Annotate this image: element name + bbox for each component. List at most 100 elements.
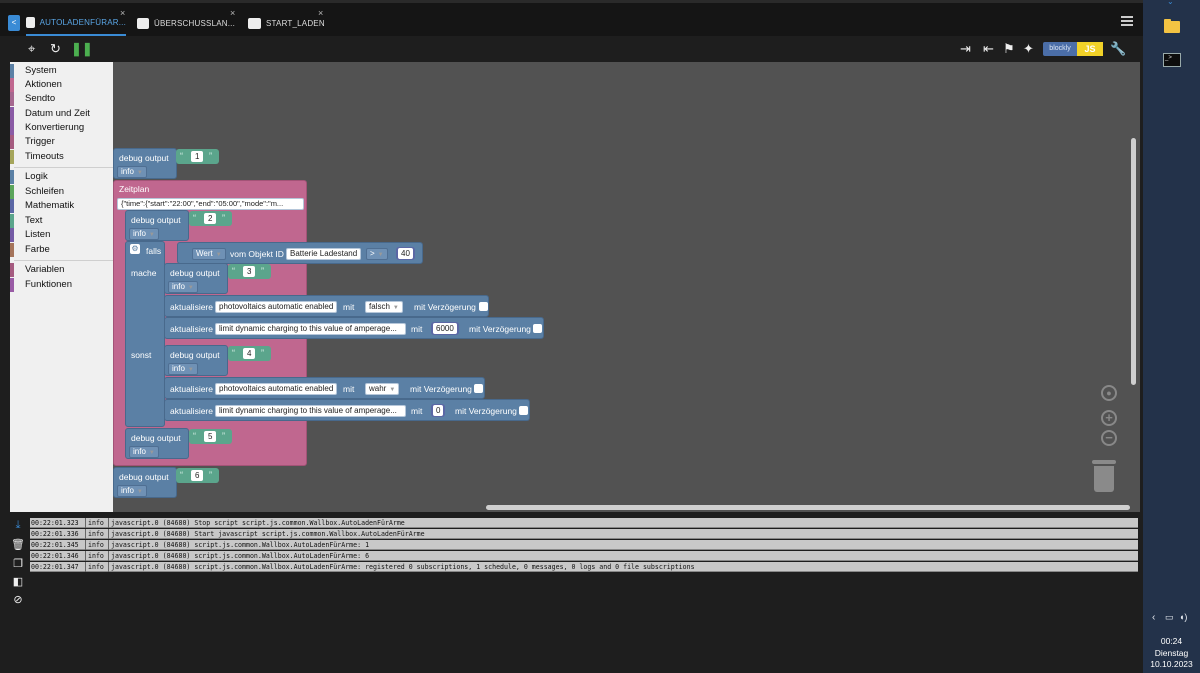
wrench-icon[interactable]: 🔧 bbox=[1110, 42, 1126, 56]
collapse-sidebar-button[interactable]: < bbox=[8, 15, 20, 31]
speaker-icon[interactable]: ◖) bbox=[1179, 612, 1187, 622]
log-level-dropdown[interactable]: info ▼ bbox=[129, 446, 159, 458]
object-id-field[interactable]: limit dynamic charging to this value of … bbox=[215, 405, 406, 417]
restart-icon[interactable]: ↻ bbox=[50, 42, 61, 56]
delay-checkbox[interactable] bbox=[474, 384, 483, 393]
number-block[interactable]: 40 bbox=[396, 247, 415, 260]
boolean-dropdown[interactable]: falsch ▼ bbox=[365, 301, 403, 313]
text-value[interactable]: 1 bbox=[191, 151, 204, 162]
category-aktionen[interactable]: Aktionen bbox=[10, 78, 113, 92]
tab-start-laden[interactable]: START_LADEN × bbox=[248, 8, 328, 36]
close-tab-icon[interactable]: × bbox=[230, 8, 235, 18]
tab-autoladenfurarme[interactable]: AUTOLADENFÜRAR... × bbox=[26, 8, 126, 36]
copy-icon[interactable]: ❐ bbox=[11, 557, 25, 571]
number-value[interactable]: 0 bbox=[433, 405, 444, 416]
log-level-dropdown[interactable]: info ▼ bbox=[168, 281, 198, 293]
blockly-js-toggle[interactable]: blockly JS bbox=[1043, 42, 1103, 56]
category-variablen[interactable]: Variablen bbox=[10, 263, 113, 277]
import-icon[interactable]: ⇤ bbox=[983, 42, 994, 56]
number-block[interactable]: 6000 bbox=[431, 322, 459, 335]
text-block-5[interactable]: “5” bbox=[189, 429, 232, 444]
chevron-down-icon[interactable]: ⌄ bbox=[1167, 0, 1174, 6]
text-block-3[interactable]: “3” bbox=[228, 264, 271, 279]
log-level-dropdown[interactable]: info ▼ bbox=[117, 166, 147, 178]
horizontal-scrollbar[interactable] bbox=[486, 505, 1130, 510]
category-trigger[interactable]: Trigger bbox=[10, 135, 113, 149]
object-id-field[interactable]: photovoltaics automatic enabled bbox=[215, 301, 338, 313]
category-farbe[interactable]: Farbe bbox=[10, 243, 113, 257]
update-pv-automatic-block-1[interactable]: aktualisiere photovoltaics automatic ena… bbox=[164, 295, 489, 317]
text-value[interactable]: 3 bbox=[243, 266, 256, 277]
text-value[interactable]: 5 bbox=[204, 431, 217, 442]
text-block-4[interactable]: “4” bbox=[228, 346, 271, 361]
pause-icon[interactable]: ❚❚ bbox=[71, 42, 93, 56]
category-system[interactable]: System bbox=[10, 64, 113, 78]
category-sendto[interactable]: Sendto bbox=[10, 92, 113, 106]
log-level-dropdown[interactable]: info ▼ bbox=[117, 485, 147, 497]
update-amperage-block-2[interactable]: aktualisiere limit dynamic charging to t… bbox=[164, 399, 530, 421]
debug-output-block-6[interactable]: debug output info ▼ bbox=[113, 467, 177, 498]
terminal-icon[interactable]: _> bbox=[1163, 53, 1181, 67]
clear-log-icon[interactable]: 🗑 bbox=[11, 538, 25, 552]
category-datum-und-zeit[interactable]: Datum und Zeit bbox=[10, 107, 113, 121]
zoom-in-icon[interactable]: + bbox=[1101, 410, 1117, 426]
debug-output-block-5[interactable]: debug output info ▼ bbox=[125, 428, 189, 459]
category-timeouts[interactable]: Timeouts bbox=[10, 150, 113, 164]
wert-dropdown[interactable]: Wert ▼ bbox=[192, 248, 226, 260]
export-icon[interactable]: ⇥ bbox=[960, 42, 971, 56]
debug-output-block-3[interactable]: debug output info ▼ bbox=[164, 263, 228, 294]
log-level-dropdown[interactable]: info ▼ bbox=[129, 228, 159, 240]
text-value[interactable]: 2 bbox=[204, 213, 217, 224]
sparkle-icon[interactable]: ✦ bbox=[1023, 42, 1034, 56]
object-id-field[interactable]: Batterie Ladestand bbox=[286, 248, 362, 260]
category-schleifen[interactable]: Schleifen bbox=[10, 185, 113, 199]
file-explorer-icon[interactable] bbox=[1164, 19, 1180, 33]
category-funktionen[interactable]: Funktionen bbox=[10, 278, 113, 292]
vertical-scrollbar[interactable] bbox=[1131, 138, 1136, 385]
network-icon[interactable]: ▭ bbox=[1165, 612, 1174, 623]
text-value[interactable]: 4 bbox=[243, 348, 256, 359]
text-block-2[interactable]: “2” bbox=[189, 211, 232, 226]
category-text[interactable]: Text bbox=[10, 214, 113, 228]
gear-icon[interactable]: ⚙ bbox=[130, 244, 140, 254]
trash-icon[interactable] bbox=[1092, 460, 1116, 492]
if-else-block[interactable]: ⚙ falls mache sonst bbox=[125, 241, 165, 427]
text-block-6[interactable]: “6” bbox=[176, 468, 219, 483]
zeitplan-config-field[interactable]: {"time":{"start":"22:00","end":"05:00","… bbox=[117, 198, 304, 210]
close-tab-icon[interactable]: × bbox=[120, 8, 125, 18]
category-logik[interactable]: Logik bbox=[10, 170, 113, 184]
update-amperage-block-1[interactable]: aktualisiere limit dynamic charging to t… bbox=[164, 317, 544, 339]
tab-ueberschussladen[interactable]: ÜBERSCHUSSLAN... × bbox=[137, 8, 235, 36]
taskbar-clock[interactable]: 00:24 Dienstag 10.10.2023 bbox=[1143, 636, 1200, 671]
delay-checkbox[interactable] bbox=[533, 324, 542, 333]
update-pv-automatic-block-2[interactable]: aktualisiere photovoltaics automatic ena… bbox=[164, 377, 485, 399]
menu-icon[interactable] bbox=[1121, 16, 1133, 26]
toggle-columns-icon[interactable]: ◧ bbox=[11, 575, 25, 589]
category-konvertierung[interactable]: Konvertierung bbox=[10, 121, 113, 135]
checkered-flag-icon[interactable]: ⚑ bbox=[1003, 42, 1015, 56]
text-value[interactable]: 6 bbox=[191, 470, 204, 481]
number-value[interactable]: 40 bbox=[398, 248, 413, 259]
recenter-icon[interactable]: ● bbox=[1101, 385, 1117, 401]
text-block-1[interactable]: “1” bbox=[176, 149, 219, 164]
delay-checkbox[interactable] bbox=[519, 406, 528, 415]
hide-icon[interactable]: ⊘ bbox=[11, 593, 25, 607]
target-icon[interactable]: ⌖ bbox=[28, 42, 35, 56]
object-id-field[interactable]: limit dynamic charging to this value of … bbox=[215, 323, 406, 335]
boolean-dropdown[interactable]: wahr ▼ bbox=[365, 383, 400, 395]
category-listen[interactable]: Listen bbox=[10, 228, 113, 242]
number-block[interactable]: 0 bbox=[431, 404, 446, 417]
operator-dropdown[interactable]: > ▼ bbox=[366, 248, 388, 260]
log-level-dropdown[interactable]: info ▼ bbox=[168, 363, 198, 375]
delay-checkbox[interactable] bbox=[479, 302, 488, 311]
close-tab-icon[interactable]: × bbox=[318, 8, 323, 18]
debug-output-block-4[interactable]: debug output info ▼ bbox=[164, 345, 228, 376]
scroll-down-icon[interactable]: ⤓ bbox=[11, 518, 25, 532]
condition-compare-block[interactable]: Wert ▼ vom Objekt ID Batterie Ladestand >… bbox=[177, 242, 423, 264]
number-value[interactable]: 6000 bbox=[433, 323, 457, 334]
debug-output-block-2[interactable]: debug output info ▼ bbox=[125, 210, 189, 241]
zoom-out-icon[interactable]: − bbox=[1101, 430, 1117, 446]
category-mathematik[interactable]: Mathematik bbox=[10, 199, 113, 213]
object-id-field[interactable]: photovoltaics automatic enabled bbox=[215, 383, 338, 395]
blockly-workspace[interactable]: debug output info ▼ “1” Zeitplan {"time":… bbox=[113, 62, 1140, 512]
